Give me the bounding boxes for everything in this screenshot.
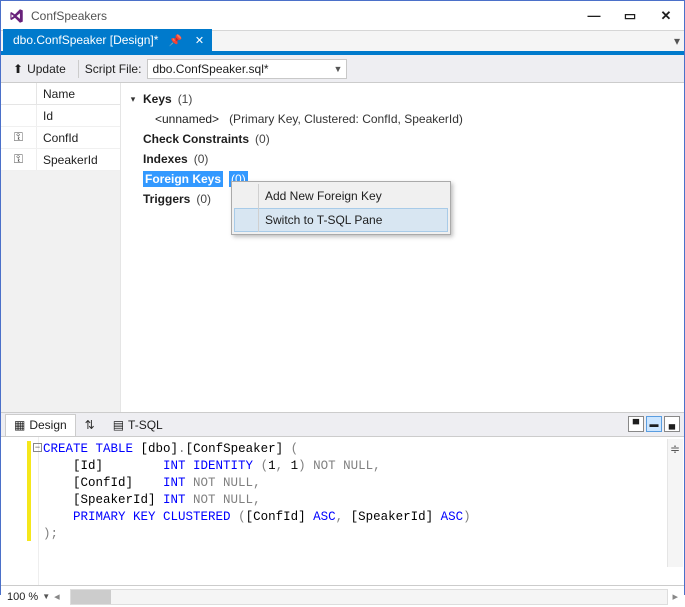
minimize-button[interactable]: —: [582, 6, 606, 26]
close-button[interactable]: ✕: [654, 6, 678, 26]
menu-switch-tsql[interactable]: Switch to T-SQL Pane: [234, 208, 448, 232]
toolbar-separator: [78, 60, 79, 78]
triggers-label: Triggers: [143, 192, 190, 206]
layout-top[interactable]: ▀: [628, 416, 644, 432]
pin-icon[interactable]: 📌: [168, 33, 182, 47]
column-row[interactable]: ConfId: [1, 127, 120, 149]
document-dropdown-icon[interactable]: ▾: [674, 34, 680, 48]
columns-key-header: [1, 83, 37, 104]
keys-node[interactable]: ▾ Keys (1): [127, 89, 678, 109]
columns-name-header: Name: [37, 83, 120, 104]
close-tab-icon[interactable]: ✕: [192, 33, 206, 47]
document-tab[interactable]: dbo.ConfSpeaker [Design]* 📌 ✕: [3, 29, 212, 51]
design-tab[interactable]: ▦ Design: [5, 414, 76, 436]
context-menu: Add New Foreign Key Switch to T-SQL Pane: [231, 181, 451, 235]
split-grip-icon[interactable]: ≑: [667, 443, 683, 455]
check-constraints-node[interactable]: Check Constraints (0): [127, 129, 678, 149]
indexes-label: Indexes: [143, 152, 188, 166]
menu-item-label: Switch to T-SQL Pane: [265, 213, 382, 227]
document-tab-strip: dbo.ConfSpeaker [Design]* 📌 ✕ ▾: [1, 31, 684, 55]
editor-status-bar: 100 % ▼ ◂ ▸: [1, 585, 684, 607]
chevron-down-icon: ▼: [334, 64, 343, 74]
column-row[interactable]: SpeakerId: [1, 149, 120, 171]
layout-split[interactable]: ▬: [646, 416, 662, 432]
scriptfile-value: dbo.ConfSpeaker.sql*: [152, 62, 268, 76]
expand-icon[interactable]: ▾: [127, 94, 139, 105]
window-title: ConfSpeakers: [31, 9, 582, 23]
key-item[interactable]: <unnamed> (Primary Key, Clustered: ConfI…: [127, 109, 678, 129]
column-key-cell: [1, 105, 37, 126]
outline-collapse-icon[interactable]: −: [33, 443, 42, 452]
key-detail: (Primary Key, Clustered: ConfId, Speaker…: [229, 112, 463, 126]
context-menu-gutter: [258, 184, 259, 232]
keys-count: (1): [178, 92, 193, 106]
indexes-node[interactable]: Indexes (0): [127, 149, 678, 169]
primary-key-icon: [1, 149, 37, 170]
update-button[interactable]: ⬆ Update: [7, 60, 72, 78]
tsql-tab-label: T-SQL: [128, 418, 163, 432]
horizontal-scrollbar[interactable]: [70, 589, 669, 605]
sql-icon: ▤: [113, 418, 124, 432]
design-surface: Name Id ConfId SpeakerId ▾ Keys (1) <unn…: [1, 83, 684, 413]
column-row[interactable]: Id: [1, 105, 120, 127]
column-name: ConfId: [37, 127, 120, 148]
menu-item-label: Add New Foreign Key: [265, 189, 382, 203]
designer-toolbar: ⬆ Update Script File: dbo.ConfSpeaker.sq…: [1, 55, 684, 83]
constraints-tree: ▾ Keys (1) <unnamed> (Primary Key, Clust…: [121, 83, 684, 412]
tsql-editor[interactable]: − CREATE TABLE [dbo].[ConfSpeaker] ( [Id…: [1, 437, 684, 585]
change-marker: [27, 441, 31, 541]
zoom-dropdown-icon[interactable]: ▼: [42, 592, 50, 601]
fkeys-label: Foreign Keys: [143, 171, 223, 187]
check-label: Check Constraints: [143, 132, 249, 146]
maximize-button[interactable]: ▭: [618, 6, 642, 26]
vertical-scrollbar[interactable]: [667, 439, 683, 567]
column-name: Id: [37, 105, 120, 126]
key-name: <unnamed>: [155, 112, 219, 126]
design-tab-label: Design: [29, 418, 66, 432]
scroll-right-icon[interactable]: ▸: [672, 590, 678, 603]
columns-empty-area: [1, 171, 120, 412]
update-icon: ⬆: [13, 62, 23, 76]
column-name: SpeakerId: [37, 149, 120, 170]
scriptfile-combo[interactable]: dbo.ConfSpeaker.sql* ▼: [147, 59, 347, 79]
columns-grid: Name Id ConfId SpeakerId: [1, 83, 121, 412]
table-icon: ▦: [14, 418, 25, 432]
swap-panes-icon[interactable]: ⇅: [80, 418, 100, 432]
check-count: (0): [255, 132, 270, 146]
indexes-count: (0): [194, 152, 209, 166]
keys-label: Keys: [143, 92, 172, 106]
primary-key-icon: [1, 127, 37, 148]
document-tab-label: dbo.ConfSpeaker [Design]*: [13, 33, 158, 47]
pane-tab-strip: ▦ Design ⇅ ▤ T-SQL ▀ ▬ ▄: [1, 413, 684, 437]
triggers-count: (0): [196, 192, 211, 206]
title-bar: ConfSpeakers — ▭ ✕: [1, 1, 684, 31]
columns-header-row: Name: [1, 83, 120, 105]
scroll-thumb[interactable]: [71, 590, 111, 604]
layout-toggle-group: ▀ ▬ ▄: [628, 416, 680, 432]
code-gutter: −: [1, 437, 39, 585]
layout-bottom[interactable]: ▄: [664, 416, 680, 432]
code-text[interactable]: CREATE TABLE [dbo].[ConfSpeaker] ( [Id] …: [39, 437, 684, 585]
zoom-value[interactable]: 100 %: [7, 591, 38, 603]
vs-logo-icon: [7, 7, 25, 25]
menu-add-foreign-key[interactable]: Add New Foreign Key: [234, 184, 448, 208]
scriptfile-label: Script File:: [85, 62, 142, 76]
tsql-tab[interactable]: ▤ T-SQL: [104, 414, 172, 436]
scroll-left-icon[interactable]: ◂: [54, 590, 60, 603]
update-label: Update: [27, 62, 66, 76]
